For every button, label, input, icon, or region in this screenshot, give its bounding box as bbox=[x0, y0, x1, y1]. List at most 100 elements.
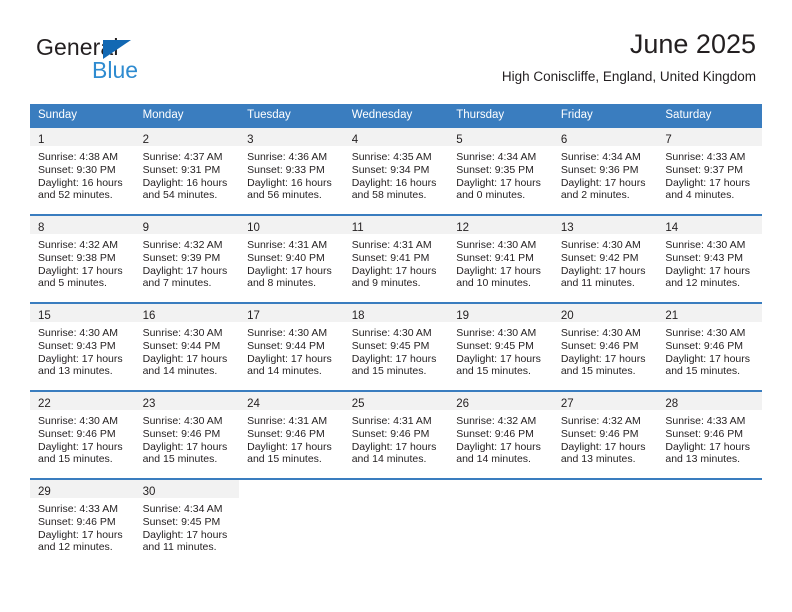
day-cell[interactable]: 27 Sunrise: 4:32 AM Sunset: 9:46 PM Dayligh… bbox=[552, 390, 658, 479]
daylight-text-line2: and 8 minutes. bbox=[247, 277, 317, 290]
day-cell[interactable]: 2 Sunrise: 4:37 AM Sunset: 9:31 PM Daylight… bbox=[134, 126, 240, 215]
daylight-text-line2: and 13 minutes. bbox=[560, 453, 636, 466]
daylight-text-line1: Daylight: 17 hours bbox=[560, 352, 646, 365]
day-cell[interactable]: 28 Sunrise: 4:33 AM Sunset: 9:46 PM Dayligh… bbox=[657, 390, 762, 479]
daylight-text-line1: Daylight: 17 hours bbox=[456, 440, 541, 453]
daylight-text-line1: Daylight: 17 hours bbox=[247, 264, 332, 277]
sunrise-text: Sunrise: 4:30 AM bbox=[247, 327, 328, 339]
sunset-text: Sunset: 9:41 PM bbox=[351, 251, 430, 264]
daylight-text-line2: and 4 minutes. bbox=[665, 189, 735, 202]
day-number: 24 bbox=[247, 398, 260, 410]
daylight-text-line1: Daylight: 17 hours bbox=[665, 352, 751, 365]
sunset-text: Sunset: 9:45 PM bbox=[142, 515, 221, 528]
day-number: 6 bbox=[560, 134, 568, 146]
sunset-text: Sunset: 9:37 PM bbox=[665, 163, 744, 176]
title-block: June 2025 High Coniscliffe, England, Uni… bbox=[502, 28, 756, 86]
sunset-text: Sunset: 9:46 PM bbox=[560, 427, 639, 440]
daylight-text-line2: and 52 minutes. bbox=[38, 189, 113, 202]
day-cell[interactable]: 9 Sunrise: 4:32 AM Sunset: 9:39 PM Daylight… bbox=[134, 214, 240, 303]
day-cell[interactable]: 3 Sunrise: 4:36 AM Sunset: 9:33 PM Daylight… bbox=[239, 126, 344, 215]
daylight-text-line2: and 14 minutes. bbox=[351, 453, 427, 466]
day-cell[interactable]: 30 Sunrise: 4:34 AM Sunset: 9:45 PM Dayligh… bbox=[134, 478, 240, 566]
day-number: 17 bbox=[247, 310, 260, 322]
daylight-text-line2: and 10 minutes. bbox=[456, 277, 531, 290]
daylight-text-line1: Daylight: 17 hours bbox=[351, 264, 437, 277]
day-cell[interactable]: 6 Sunrise: 4:34 AM Sunset: 9:36 PM Daylight… bbox=[552, 126, 658, 215]
sunset-text: Sunset: 9:46 PM bbox=[560, 339, 639, 352]
day-number: 9 bbox=[142, 222, 149, 234]
day-cell[interactable]: 5 Sunrise: 4:34 AM Sunset: 9:35 PM Daylight… bbox=[448, 126, 553, 215]
daylight-text-line2: and 0 minutes. bbox=[456, 189, 526, 202]
day-cell[interactable]: 7 Sunrise: 4:33 AM Sunset: 9:37 PM Daylight… bbox=[657, 126, 762, 215]
daylight-text-line1: Daylight: 16 hours bbox=[247, 176, 332, 189]
sunrise-text: Sunrise: 4:30 AM bbox=[38, 327, 118, 339]
day-number: 13 bbox=[560, 222, 574, 234]
sunset-text: Sunset: 9:46 PM bbox=[351, 427, 430, 440]
day-cell[interactable]: 14 Sunrise: 4:30 AM Sunset: 9:43 PM Dayligh… bbox=[657, 214, 762, 303]
daylight-text-line2: and 14 minutes. bbox=[142, 365, 218, 378]
day-number: 23 bbox=[142, 398, 156, 410]
sunset-text: Sunset: 9:46 PM bbox=[142, 427, 221, 440]
day-cell-empty bbox=[552, 478, 658, 566]
daylight-text-line2: and 9 minutes. bbox=[351, 277, 421, 290]
day-number: 12 bbox=[456, 222, 470, 234]
calendar-week-row: 8 Sunrise: 4:32 AM Sunset: 9:38 PM Daylight… bbox=[30, 214, 762, 303]
day-number: 11 bbox=[351, 222, 364, 234]
day-cell[interactable]: 25 Sunrise: 4:31 AM Sunset: 9:46 PM Dayligh… bbox=[343, 390, 449, 479]
day-cell[interactable]: 21 Sunrise: 4:30 AM Sunset: 9:46 PM Dayligh… bbox=[657, 302, 762, 391]
day-cell[interactable]: 23 Sunrise: 4:30 AM Sunset: 9:46 PM Dayligh… bbox=[134, 390, 240, 479]
sunrise-text: Sunrise: 4:30 AM bbox=[456, 327, 537, 339]
day-number: 25 bbox=[351, 398, 365, 410]
daylight-text-line1: Daylight: 17 hours bbox=[351, 352, 437, 365]
sunset-text: Sunset: 9:42 PM bbox=[560, 251, 639, 264]
day-number: 21 bbox=[665, 310, 679, 322]
generalblue-logo[interactable]: General Blue bbox=[36, 34, 236, 88]
day-cell[interactable]: 29 Sunrise: 4:33 AM Sunset: 9:46 PM Dayligh… bbox=[30, 478, 135, 566]
day-cell[interactable]: 15 Sunrise: 4:30 AM Sunset: 9:43 PM Dayligh… bbox=[30, 302, 135, 391]
sunrise-text: Sunrise: 4:31 AM bbox=[247, 239, 328, 251]
daylight-text-line2: and 7 minutes. bbox=[142, 277, 212, 290]
daylight-text-line1: Daylight: 17 hours bbox=[142, 352, 228, 365]
sunrise-text: Sunrise: 4:36 AM bbox=[247, 151, 328, 163]
daylight-text-line1: Daylight: 17 hours bbox=[38, 264, 123, 277]
day-cell[interactable]: 4 Sunrise: 4:35 AM Sunset: 9:34 PM Daylight… bbox=[343, 126, 449, 215]
day-cell[interactable]: 24 Sunrise: 4:31 AM Sunset: 9:46 PM Dayligh… bbox=[239, 390, 344, 479]
day-cell[interactable]: 8 Sunrise: 4:32 AM Sunset: 9:38 PM Daylight… bbox=[30, 214, 135, 303]
day-number: 30 bbox=[142, 486, 156, 498]
daylight-text-line1: Daylight: 17 hours bbox=[142, 264, 228, 277]
daylight-text-line1: Daylight: 17 hours bbox=[38, 528, 123, 541]
day-cell[interactable]: 13 Sunrise: 4:30 AM Sunset: 9:42 PM Dayligh… bbox=[552, 214, 658, 303]
calendar-page: General Blue June 2025 High Coniscliffe,… bbox=[0, 0, 792, 612]
day-cell[interactable]: 22 Sunrise: 4:30 AM Sunset: 9:46 PM Dayligh… bbox=[30, 390, 135, 479]
sunrise-text: Sunrise: 4:34 AM bbox=[142, 503, 223, 515]
daylight-text-line2: and 15 minutes. bbox=[351, 365, 427, 378]
day-cell[interactable]: 10 Sunrise: 4:31 AM Sunset: 9:40 PM Dayligh… bbox=[239, 214, 344, 303]
daylight-text-line1: Daylight: 17 hours bbox=[247, 352, 332, 365]
day-cell[interactable]: 17 Sunrise: 4:30 AM Sunset: 9:44 PM Dayligh… bbox=[239, 302, 344, 391]
day-number: 26 bbox=[456, 398, 470, 410]
day-number: 1 bbox=[38, 134, 45, 146]
day-cell[interactable]: 26 Sunrise: 4:32 AM Sunset: 9:46 PM Dayligh… bbox=[448, 390, 553, 479]
day-cell[interactable]: 19 Sunrise: 4:30 AM Sunset: 9:45 PM Dayligh… bbox=[448, 302, 553, 391]
daylight-text-line2: and 15 minutes. bbox=[665, 365, 741, 378]
daylight-text-line2: and 58 minutes. bbox=[351, 189, 427, 202]
sunset-text: Sunset: 9:46 PM bbox=[247, 427, 325, 440]
day-cell[interactable]: 20 Sunrise: 4:30 AM Sunset: 9:46 PM Dayligh… bbox=[552, 302, 658, 391]
day-cell[interactable]: 1 Sunrise: 4:38 AM Sunset: 9:30 PM Daylight… bbox=[30, 126, 135, 215]
day-cell[interactable]: 18 Sunrise: 4:30 AM Sunset: 9:45 PM Dayligh… bbox=[343, 302, 449, 391]
day-cell[interactable]: 16 Sunrise: 4:30 AM Sunset: 9:44 PM Dayligh… bbox=[134, 302, 240, 391]
day-cell-empty bbox=[239, 478, 344, 566]
day-cell[interactable]: 12 Sunrise: 4:30 AM Sunset: 9:41 PM Dayligh… bbox=[448, 214, 553, 303]
day-number: 5 bbox=[456, 134, 463, 146]
day-number: 19 bbox=[456, 310, 470, 322]
weekday-header-sunday: Sunday bbox=[30, 104, 135, 127]
day-cell[interactable]: 11 Sunrise: 4:31 AM Sunset: 9:41 PM Dayligh… bbox=[343, 214, 449, 303]
daylight-text-line1: Daylight: 17 hours bbox=[142, 440, 228, 453]
day-number: 4 bbox=[351, 134, 359, 146]
day-number: 18 bbox=[351, 310, 365, 322]
sunset-text: Sunset: 9:43 PM bbox=[665, 251, 744, 264]
sunrise-text: Sunrise: 4:31 AM bbox=[351, 239, 432, 251]
sunset-text: Sunset: 9:30 PM bbox=[38, 163, 116, 176]
daylight-text-line1: Daylight: 17 hours bbox=[560, 264, 646, 277]
weekday-header-thursday: Thursday bbox=[448, 104, 553, 127]
